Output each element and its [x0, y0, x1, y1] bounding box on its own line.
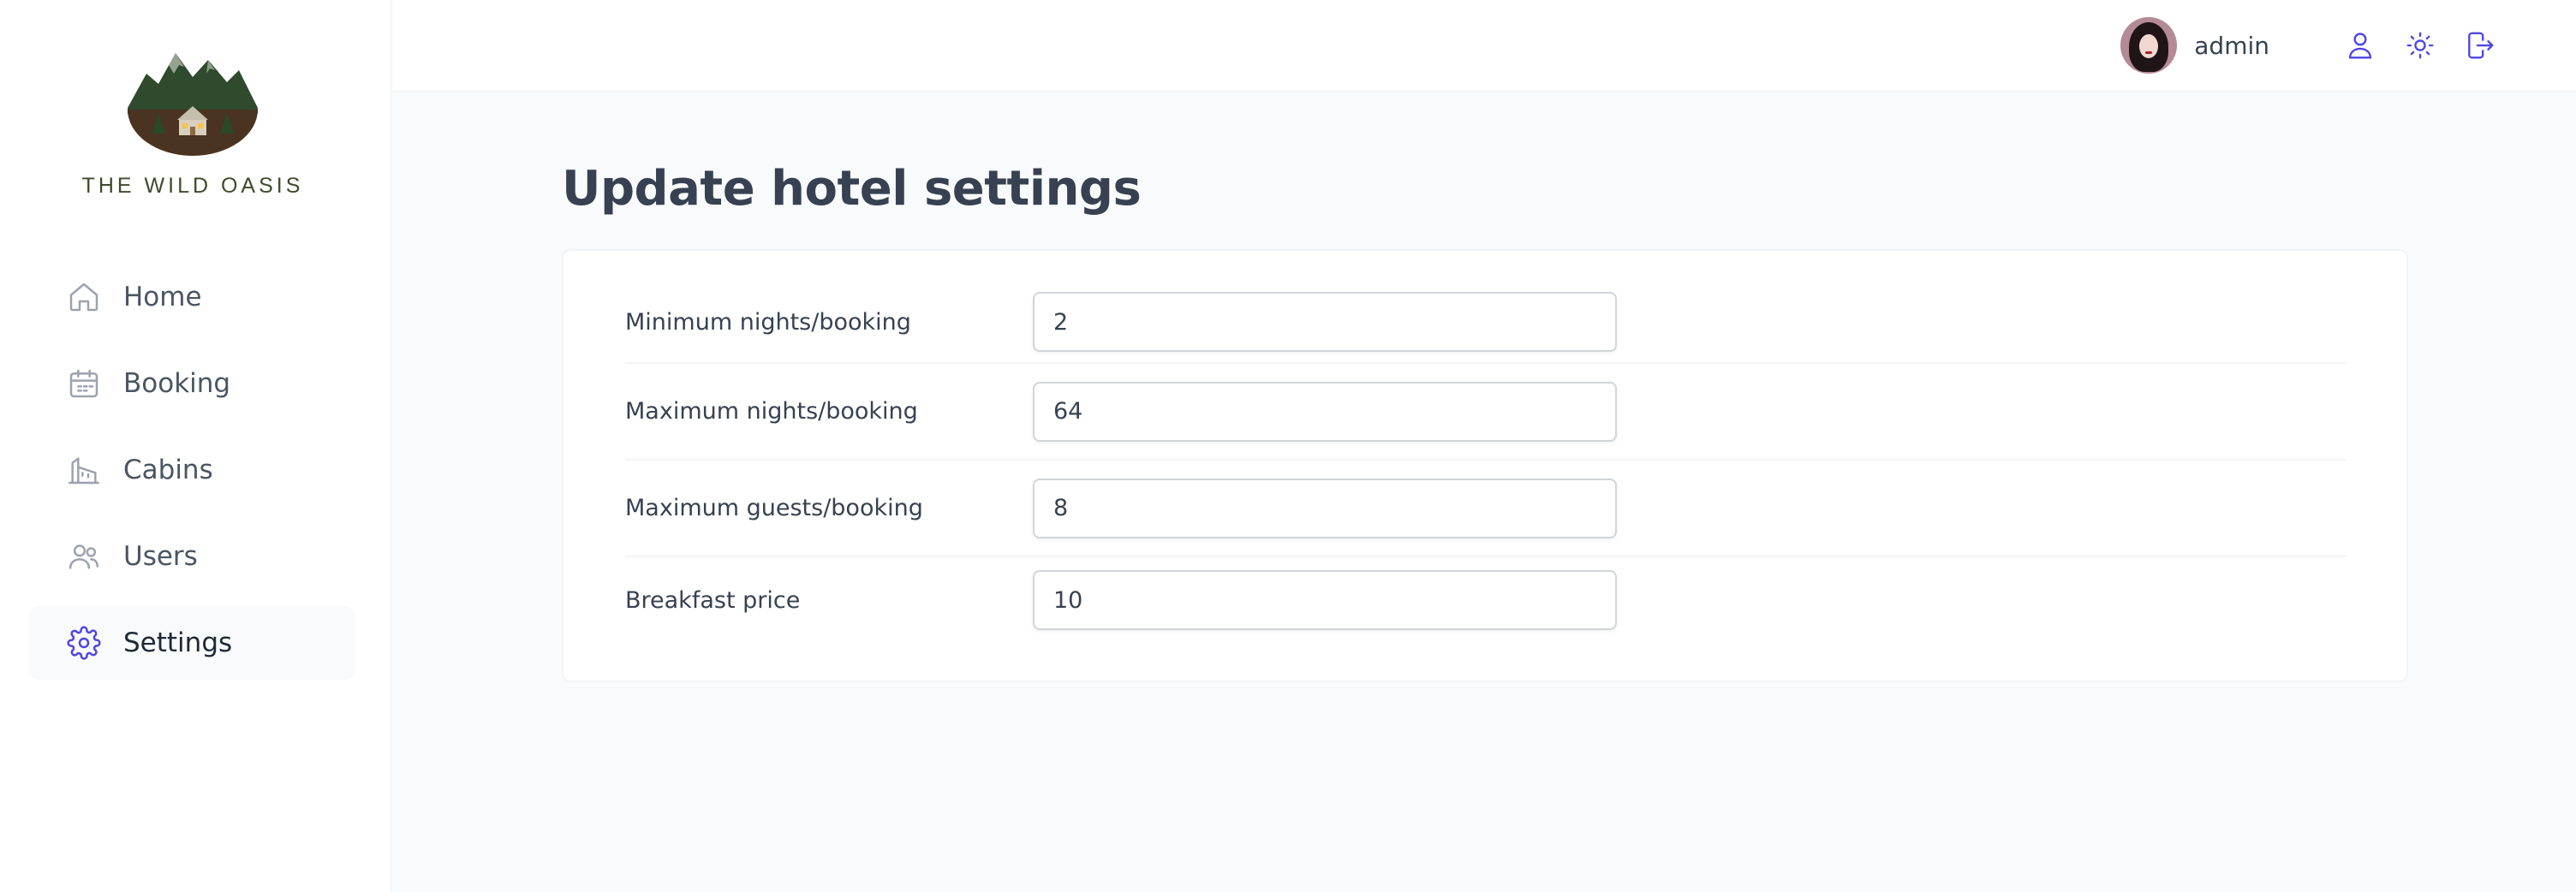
sidebar-item-users[interactable]: Users: [29, 520, 355, 593]
sidebar-item-label: Booking: [123, 368, 231, 399]
sidebar-item-label: Cabins: [123, 455, 213, 485]
sidebar-item-label: Home: [123, 282, 202, 312]
logo: [128, 53, 258, 156]
max-nights-label: Maximum nights/booking: [625, 398, 918, 425]
sidebar-item-cabins[interactable]: Cabins: [29, 433, 355, 507]
max-nights-input[interactable]: [1033, 381, 1617, 442]
user-icon[interactable]: [2341, 27, 2379, 64]
breakfast-price-label: Breakfast price: [625, 586, 801, 614]
avatar: [2120, 17, 2178, 74]
building-icon: [67, 453, 101, 487]
users-icon: [67, 539, 101, 574]
breakfast-price-input[interactable]: [1033, 570, 1617, 630]
form-row: Minimum nights/booking: [625, 285, 2346, 364]
logout-icon[interactable]: [2461, 27, 2499, 64]
sidebar-item-home[interactable]: Home: [29, 260, 355, 334]
min-nights-label: Minimum nights/booking: [625, 308, 911, 336]
max-guests-input[interactable]: [1033, 478, 1617, 538]
home-icon: [67, 280, 101, 314]
sidebar-nav: Home Booking Cabins Users Settings: [29, 260, 355, 693]
min-nights-input[interactable]: [1033, 292, 1617, 352]
sun-icon[interactable]: [2401, 27, 2439, 64]
sidebar-item-label: Settings: [123, 627, 233, 658]
content: Update hotel settings Minimum nights/boo…: [392, 92, 2576, 682]
form-row: Maximum guests/booking: [625, 461, 2346, 557]
form-row: Maximum nights/booking: [625, 364, 2346, 461]
calendar-icon: [67, 366, 101, 401]
max-guests-label: Maximum guests/booking: [625, 495, 923, 521]
sidebar-item-settings[interactable]: Settings: [29, 606, 355, 680]
settings-form: Minimum nights/booking Maximum nights/bo…: [562, 249, 2408, 682]
form-row: Breakfast price: [625, 557, 2346, 643]
brand-name: THE WILD OASIS: [81, 174, 304, 198]
user-info: admin: [2120, 17, 2269, 74]
sidebar: THE WILD OASIS Home Booking Cabins Users…: [0, 0, 392, 892]
sidebar-item-label: Users: [123, 541, 198, 572]
page-title: Update hotel settings: [562, 161, 1142, 217]
gear-icon: [67, 626, 101, 660]
header: admin: [392, 0, 2576, 92]
app: THE WILD OASIS Home Booking Cabins Users…: [0, 0, 2576, 892]
main: admin Update hotel settings Minimum nigh…: [392, 0, 2576, 892]
sidebar-item-booking[interactable]: Booking: [29, 347, 355, 420]
username: admin: [2194, 31, 2269, 60]
